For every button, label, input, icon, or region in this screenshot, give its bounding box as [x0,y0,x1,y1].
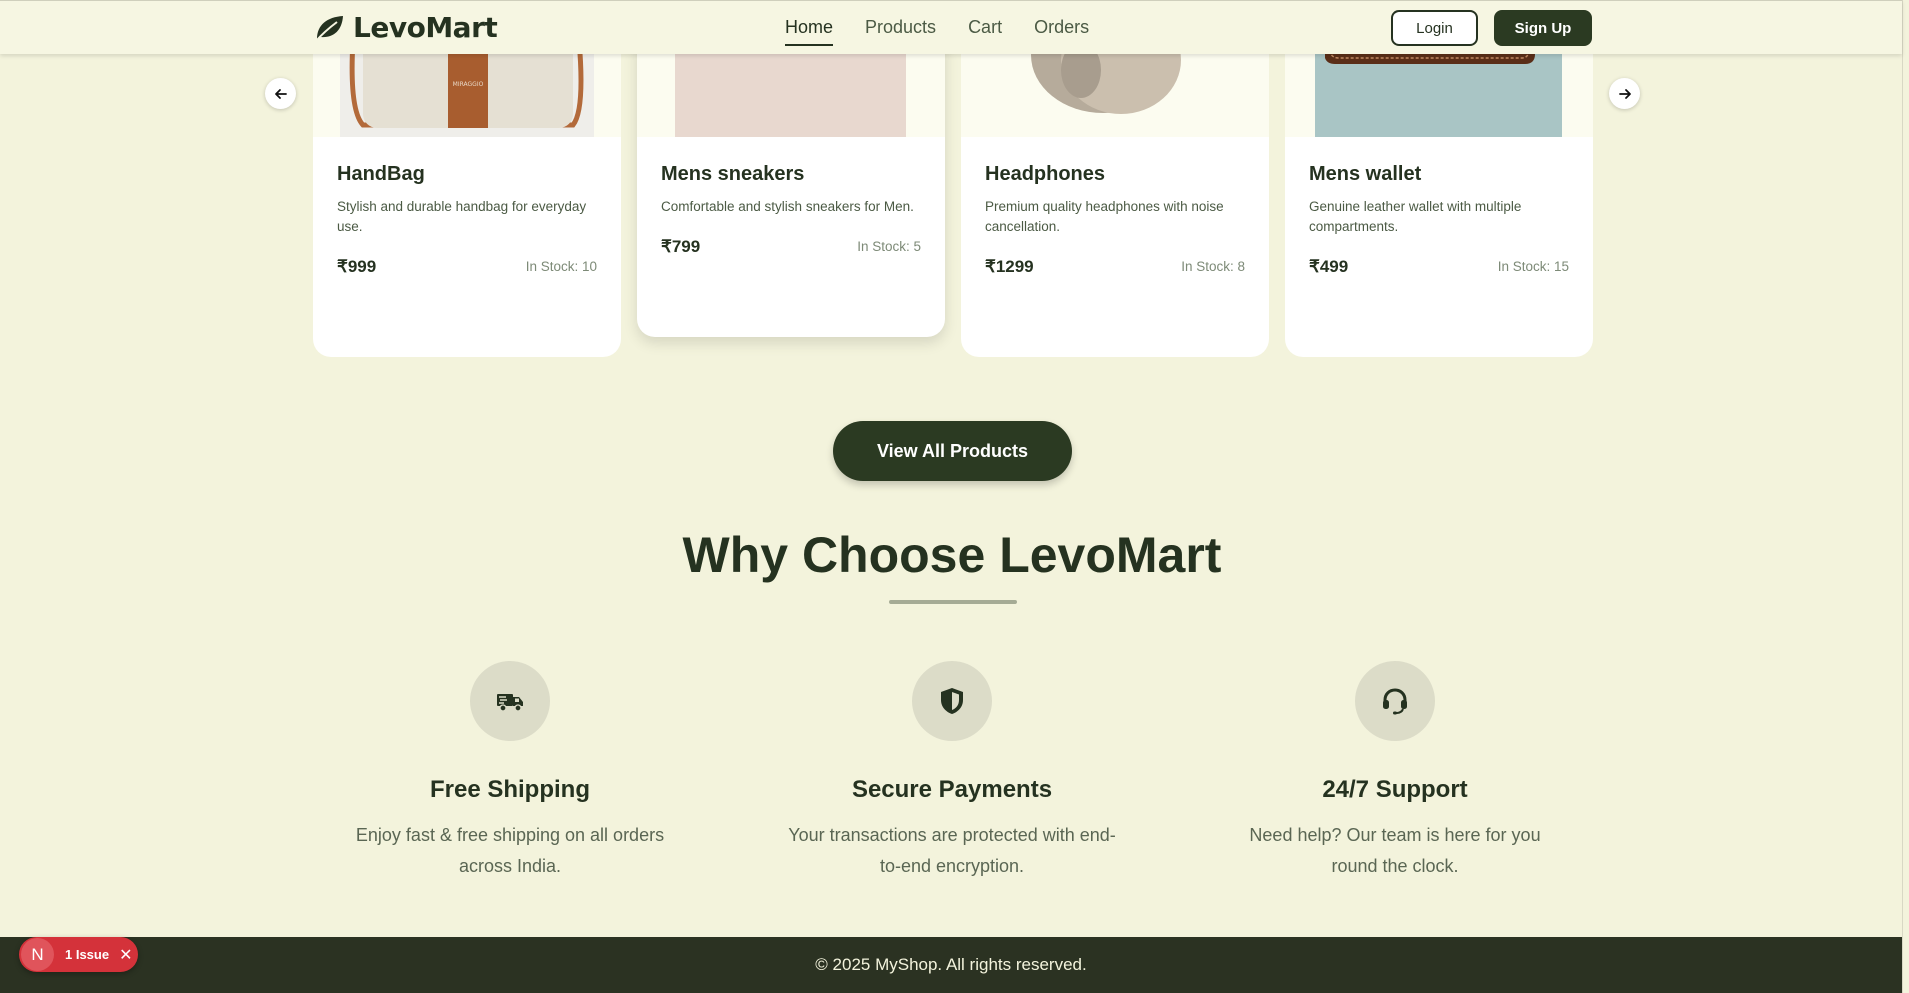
dev-issues-badge[interactable]: N 1 Issue ✕ [19,937,138,972]
feature-title: 24/7 Support [1322,776,1468,803]
login-button[interactable]: Login [1391,10,1478,46]
product-description: Comfortable and stylish sneakers for Men… [661,199,914,214]
product-stock: In Stock: 5 [857,239,921,254]
product-description: Premium quality headphones with noise ca… [985,199,1224,234]
feature-description: Need help? Our team is here for you roun… [1249,825,1541,876]
nextjs-logo-icon: N [21,938,54,971]
feature-title: Secure Payments [851,776,1053,803]
close-icon[interactable]: ✕ [119,945,132,964]
leaf-icon [315,15,343,42]
shield-icon [912,661,992,741]
product-stock: In Stock: 8 [1181,259,1245,274]
product-price: ₹1299 [985,257,1034,276]
product-title[interactable]: Headphones [985,163,1105,186]
nav-products[interactable]: Products [865,17,936,46]
svg-text:MIRAGGIO: MIRAGGIO [453,81,484,88]
nav-cart[interactable]: Cart [968,17,1002,46]
product-stock: In Stock: 10 [525,259,597,274]
product-price: ₹799 [661,237,701,256]
nav-home[interactable]: Home [785,17,834,46]
feature-description: Enjoy fast & free shipping on all orders… [355,825,665,876]
product-stock: In Stock: 15 [1497,259,1569,274]
site-header: LevoMart Home Products Cart Orders Login… [0,0,1902,54]
section-title: Why Choose LevoMart [682,527,1222,583]
carousel-next-button[interactable] [1609,78,1640,109]
feature-title: Free Shipping [429,776,590,803]
scrollbar-thumb[interactable] [1902,0,1909,993]
issue-count-label: 1 Issue [65,947,110,962]
brand-name: LevoMart [353,11,498,44]
product-title[interactable]: HandBag [337,163,425,186]
main-nav: Home Products Cart Orders [785,17,1089,46]
truck-icon [470,661,550,741]
carousel-prev-button[interactable] [265,78,296,109]
product-price: ₹999 [337,257,377,276]
product-title[interactable]: Mens wallet [1309,163,1421,186]
product-description: Stylish and durable handbag for everyday… [337,199,587,234]
footer-copyright: © 2025 MyShop. All rights reserved. [815,955,1087,974]
signup-button[interactable]: Sign Up [1494,10,1592,46]
nav-orders[interactable]: Orders [1034,17,1089,46]
product-price: ₹499 [1309,257,1349,276]
arrow-left-icon [274,88,287,99]
product-title[interactable]: Mens sneakers [661,163,804,186]
product-description: Genuine leather wallet with multiple com… [1309,199,1522,234]
feature-description: Your transactions are protected with end… [788,825,1116,876]
brand-logo[interactable]: LevoMart [313,11,498,44]
headset-icon [1355,661,1435,741]
arrow-right-icon [1618,88,1631,99]
site-footer: © 2025 MyShop. All rights reserved. [0,937,1902,993]
view-all-products-button[interactable]: View All Products [833,421,1072,481]
title-underline [889,600,1017,604]
